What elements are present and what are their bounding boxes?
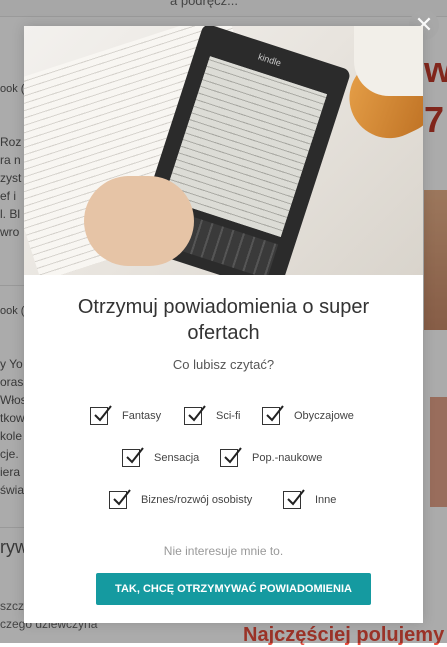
option-label: Biznes/rozwój osobisty bbox=[141, 494, 253, 506]
option-label: Obyczajowe bbox=[294, 410, 354, 422]
checkbox-checked-icon[interactable] bbox=[122, 447, 144, 467]
notification-modal: kindle Otrzymuj powiadomienia o super of… bbox=[24, 26, 423, 623]
checkbox-checked-icon[interactable] bbox=[109, 489, 131, 509]
option-obyczajowe[interactable]: Obyczajowe bbox=[262, 405, 354, 426]
option-label: Sci-fi bbox=[216, 410, 241, 422]
checkbox-checked-icon[interactable] bbox=[184, 405, 206, 425]
modal-title: Otrzymuj powiadomienia o super ofertach bbox=[77, 296, 370, 344]
option-label: Fantasy bbox=[122, 410, 162, 422]
checkbox-checked-icon[interactable] bbox=[90, 405, 112, 425]
checkbox-checked-icon[interactable] bbox=[220, 447, 242, 467]
option-fantasy[interactable]: Fantasy bbox=[90, 405, 162, 426]
subscribe-button[interactable]: TAK, CHCĘ OTRZYMYWAĆ POWIADOMIENIA bbox=[96, 573, 371, 605]
option-sci-fi[interactable]: Sci-fi bbox=[184, 405, 241, 426]
checkbox-checked-icon[interactable] bbox=[283, 489, 305, 509]
option-biznes[interactable]: Biznes/rozwój osobisty bbox=[109, 489, 253, 510]
hand-illustration bbox=[84, 176, 194, 266]
option-label: Pop.-naukowe bbox=[252, 452, 323, 464]
ereader-brand: kindle bbox=[256, 51, 283, 69]
option-pop-naukowe[interactable]: Pop.-naukowe bbox=[220, 447, 323, 468]
option-inne[interactable]: Inne bbox=[283, 489, 337, 510]
hero-image: kindle bbox=[24, 26, 423, 275]
modal-subtitle: Co lubisz czytać? bbox=[172, 357, 275, 372]
decline-link[interactable]: Nie interesuje mnie to. bbox=[24, 544, 423, 558]
option-label: Inne bbox=[315, 494, 337, 506]
option-sensacja[interactable]: Sensacja bbox=[122, 447, 200, 468]
checkbox-checked-icon[interactable] bbox=[262, 405, 284, 425]
option-label: Sensacja bbox=[154, 452, 200, 464]
cup-illustration bbox=[354, 26, 423, 96]
